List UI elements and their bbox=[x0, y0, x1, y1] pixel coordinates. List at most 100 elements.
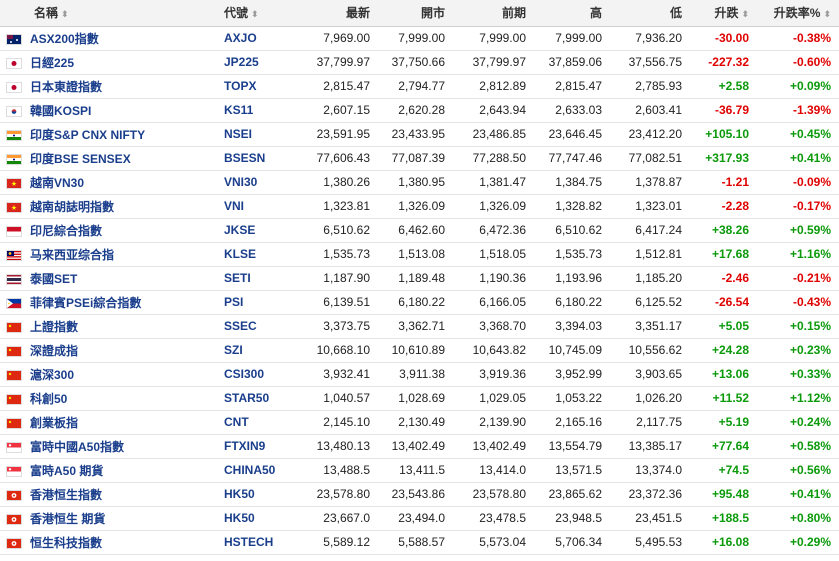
cell-code: NSEI bbox=[216, 122, 298, 146]
index-name-link[interactable]: 創業板指 bbox=[30, 416, 78, 430]
index-name-link[interactable]: 印度S&P CNX NIFTY bbox=[30, 128, 145, 142]
index-code-link[interactable]: SETI bbox=[224, 271, 251, 285]
index-name-link[interactable]: 马来西亚综合指 bbox=[30, 248, 114, 262]
table-row[interactable]: 马来西亚综合指 KLSE 1,535.73 1,513.08 1,518.05 1,535… bbox=[0, 242, 839, 266]
col-header-code[interactable]: 代號 ⬍ bbox=[216, 0, 298, 26]
cell-change: +2.58 bbox=[718, 79, 749, 93]
index-name-link[interactable]: 富時中國A50指數 bbox=[30, 440, 124, 454]
cell-high: 23,865.62 bbox=[548, 487, 602, 501]
cell-last: 23,578.80 bbox=[316, 487, 370, 501]
table-row[interactable]: 科創50 STAR50 1,040.57 1,028.69 1,029.05 1,053.… bbox=[0, 386, 839, 410]
index-name-link[interactable]: 香港恒生指數 bbox=[30, 488, 102, 502]
index-code-link[interactable]: CSI300 bbox=[224, 367, 264, 381]
cell-prev: 1,190.36 bbox=[479, 271, 526, 285]
index-code-link[interactable]: SSEC bbox=[224, 319, 257, 333]
table-row[interactable]: 印度BSE SENSEX BSESN 77,606.43 77,087.39 77,28… bbox=[0, 146, 839, 170]
table-row[interactable]: 富時A50 期貨 CHINA50 13,488.5 13,411.5 13,414.0 1… bbox=[0, 458, 839, 482]
index-name-link[interactable]: 深證成指 bbox=[30, 344, 78, 358]
cell-name: 越南胡誌明指數 bbox=[0, 194, 216, 218]
cell-last: 1,323.81 bbox=[323, 199, 370, 213]
index-code-link[interactable]: KS11 bbox=[224, 103, 253, 117]
table-row[interactable]: 日本東證指數 TOPX 2,815.47 2,794.77 2,812.89 2,815.… bbox=[0, 74, 839, 98]
cell-prev: 2,139.90 bbox=[479, 415, 526, 429]
col-header-name[interactable]: 名稱 ⬍ bbox=[0, 0, 216, 26]
index-name-link[interactable]: 韓國KOSPI bbox=[30, 104, 91, 118]
sort-icon: ⬍ bbox=[741, 9, 749, 20]
table-row[interactable]: 上證指數 SSEC 3,373.75 3,362.71 3,368.70 3,394.03… bbox=[0, 314, 839, 338]
col-header-open[interactable]: 開市 bbox=[378, 0, 453, 26]
index-name-link[interactable]: 恒生科技指數 bbox=[30, 536, 102, 550]
table-row[interactable]: 深證成指 SZI 10,668.10 10,610.89 10,643.82 10,745… bbox=[0, 338, 839, 362]
table-row[interactable]: 印尼綜合指數 JKSE 6,510.62 6,462.60 6,472.36 6,510.… bbox=[0, 218, 839, 242]
index-name-link[interactable]: 滬深300 bbox=[30, 368, 74, 382]
table-row[interactable]: 韓國KOSPI KS11 2,607.15 2,620.28 2,643.94 2,633… bbox=[0, 98, 839, 122]
index-name-link[interactable]: 越南胡誌明指數 bbox=[30, 200, 114, 214]
index-code-link[interactable]: STAR50 bbox=[224, 391, 269, 405]
cell-name: 滬深300 bbox=[0, 362, 216, 386]
index-code-link[interactable]: HSTECH bbox=[224, 535, 273, 549]
table-row[interactable]: 泰國SET SETI 1,187.90 1,189.48 1,190.36 1,193.9… bbox=[0, 266, 839, 290]
cell-change-pct: +1.12% bbox=[789, 391, 831, 405]
index-name-link[interactable]: 泰國SET bbox=[30, 272, 77, 286]
cell-prev: 23,486.85 bbox=[472, 127, 526, 141]
index-code-link[interactable]: AXJO bbox=[224, 31, 257, 45]
cell-low: 1,323.01 bbox=[635, 199, 682, 213]
index-name-link[interactable]: 菲律賓PSEi綜合指數 bbox=[30, 296, 141, 310]
index-name-link[interactable]: 上證指數 bbox=[30, 320, 78, 334]
index-name-link[interactable]: 印尼綜合指數 bbox=[30, 224, 102, 238]
index-code-link[interactable]: SZI bbox=[224, 343, 243, 357]
col-header-change[interactable]: 升跌 ⬍ bbox=[690, 0, 757, 26]
cell-open: 77,087.39 bbox=[391, 151, 445, 165]
table-row[interactable]: 滬深300 CSI300 3,932.41 3,911.38 3,919.36 3,952… bbox=[0, 362, 839, 386]
col-header-change-pct[interactable]: 升跌率% ⬍ bbox=[757, 0, 839, 26]
index-code-link[interactable]: CHINA50 bbox=[224, 463, 275, 477]
index-code-link[interactable]: JP225 bbox=[224, 55, 259, 69]
index-name-link[interactable]: ASX200指數 bbox=[30, 32, 99, 46]
cell-high: 37,859.06 bbox=[548, 55, 602, 69]
index-name-link[interactable]: 富時A50 期貨 bbox=[30, 464, 103, 478]
cell-low: 10,556.62 bbox=[628, 343, 682, 357]
cell-last: 23,591.95 bbox=[316, 127, 370, 141]
index-code-link[interactable]: CNT bbox=[224, 415, 249, 429]
index-name-link[interactable]: 日本東證指數 bbox=[30, 80, 102, 94]
table-row[interactable]: ASX200指數 AXJO 7,969.00 7,999.00 7,999.00 7,99… bbox=[0, 26, 839, 50]
index-code-link[interactable]: PSI bbox=[224, 295, 243, 309]
index-code-link[interactable]: JKSE bbox=[224, 223, 255, 237]
table-row[interactable]: 香港恒生 期貨 HK50 23,667.0 23,494.0 23,478.5 23,94… bbox=[0, 506, 839, 530]
col-header-low[interactable]: 低 bbox=[610, 0, 690, 26]
cell-high: 1,053.22 bbox=[555, 391, 602, 405]
table-row[interactable]: 菲律賓PSEi綜合指數 PSI 6,139.51 6,180.22 6,166.05 6,… bbox=[0, 290, 839, 314]
index-code-link[interactable]: TOPX bbox=[224, 79, 256, 93]
index-code-link[interactable]: VNI30 bbox=[224, 175, 257, 189]
index-code-link[interactable]: BSESN bbox=[224, 151, 265, 165]
index-name-link[interactable]: 越南VN30 bbox=[30, 176, 84, 190]
col-header-last[interactable]: 最新 bbox=[298, 0, 378, 26]
index-code-link[interactable]: FTXIN9 bbox=[224, 439, 265, 453]
table-row[interactable]: 越南胡誌明指數 VNI 1,323.81 1,326.09 1,326.09 1,328.… bbox=[0, 194, 839, 218]
table-row[interactable]: 恒生科技指數 HSTECH 5,589.12 5,588.57 5,573.04 5,70… bbox=[0, 530, 839, 554]
cell-change: +13.06 bbox=[711, 367, 749, 381]
cell-change: +38.26 bbox=[711, 223, 749, 237]
col-header-high[interactable]: 高 bbox=[534, 0, 610, 26]
table-row[interactable]: 越南VN30 VNI30 1,380.26 1,380.95 1,381.47 1,384… bbox=[0, 170, 839, 194]
col-header-prev[interactable]: 前期 bbox=[453, 0, 534, 26]
cell-name: 印尼綜合指數 bbox=[0, 218, 216, 242]
th-flag-icon bbox=[6, 273, 22, 285]
index-name-link[interactable]: 科創50 bbox=[30, 392, 67, 406]
table-row[interactable]: 富時中國A50指數 FTXIN9 13,480.13 13,402.49 13,402.… bbox=[0, 434, 839, 458]
table-row[interactable]: 日經225 JP225 37,799.97 37,750.66 37,799.97 37,… bbox=[0, 50, 839, 74]
table-row[interactable]: 印度S&P CNX NIFTY NSEI 23,591.95 23,433.95 23,… bbox=[0, 122, 839, 146]
cell-last: 1,380.26 bbox=[323, 175, 370, 189]
index-code-link[interactable]: VNI bbox=[224, 199, 244, 213]
table-row[interactable]: 創業板指 CNT 2,145.10 2,130.49 2,139.90 2,165.16 2… bbox=[0, 410, 839, 434]
index-name-link[interactable]: 印度BSE SENSEX bbox=[30, 152, 131, 166]
index-code-link[interactable]: NSEI bbox=[224, 127, 252, 141]
cell-low: 23,412.20 bbox=[628, 127, 682, 141]
table-row[interactable]: 香港恒生指數 HK50 23,578.80 23,543.86 23,578.80 23,… bbox=[0, 482, 839, 506]
index-name-link[interactable]: 香港恒生 期貨 bbox=[30, 512, 105, 526]
index-code-link[interactable]: HK50 bbox=[224, 487, 255, 501]
index-name-link[interactable]: 日經225 bbox=[30, 56, 74, 70]
index-code-link[interactable]: KLSE bbox=[224, 247, 256, 261]
cell-name: 科創50 bbox=[0, 386, 216, 410]
index-code-link[interactable]: HK50 bbox=[224, 511, 255, 525]
